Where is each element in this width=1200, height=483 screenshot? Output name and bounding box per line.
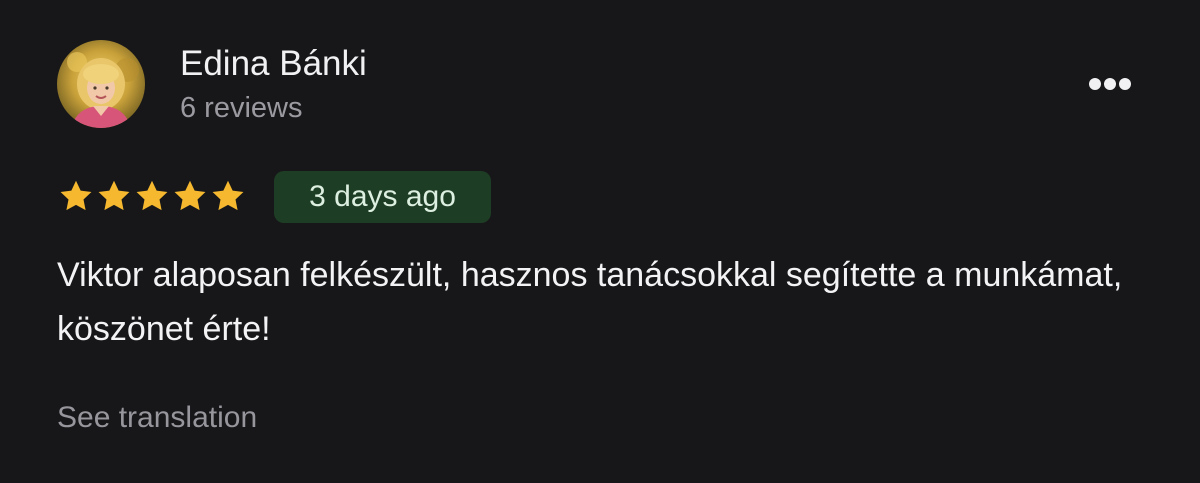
star-icon xyxy=(58,178,94,218)
star-icon xyxy=(134,178,170,218)
review-date-badge: 3 days ago xyxy=(274,171,491,223)
more-options-button[interactable] xyxy=(1082,70,1138,98)
star-icon xyxy=(210,178,246,218)
more-horizontal-icon xyxy=(1089,78,1131,90)
star-icon xyxy=(96,178,132,218)
star-icon xyxy=(172,178,208,218)
reviewer-photo xyxy=(57,40,145,128)
review-text: Viktor alaposan felkészült, hasznos taná… xyxy=(57,256,1123,348)
reviewer-name[interactable]: Edina Bánki xyxy=(180,44,367,84)
review-count[interactable]: 6 reviews xyxy=(180,90,303,126)
star-rating xyxy=(58,178,246,218)
see-translation-link[interactable]: See translation xyxy=(57,398,257,438)
avatar[interactable] xyxy=(57,40,145,128)
